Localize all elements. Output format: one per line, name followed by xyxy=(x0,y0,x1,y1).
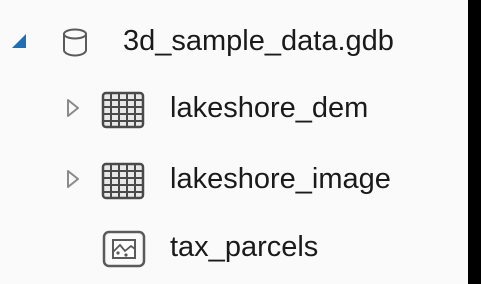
tree-item-lakeshore-image[interactable]: lakeshore_image xyxy=(0,145,468,213)
tree-item-label: lakeshore_dem xyxy=(170,92,369,124)
polygon-feature-class-icon xyxy=(101,228,147,270)
tree-item-lakeshore-dem[interactable]: lakeshore_dem xyxy=(0,74,468,142)
catalog-tree-panel: 3d_sample_data.gdb lakeshore_dem lakesho… xyxy=(0,0,468,284)
expanded-triangle-icon[interactable] xyxy=(10,31,32,53)
tree-item-3d-sample-data-gdb[interactable]: 3d_sample_data.gdb xyxy=(0,7,468,75)
tree-item-tax-parcels[interactable]: tax_parcels xyxy=(0,214,468,282)
collapsed-triangle-icon[interactable] xyxy=(62,168,84,190)
tree-item-label: 3d_sample_data.gdb xyxy=(123,25,394,57)
raster-dataset-icon xyxy=(100,90,146,130)
tree-item-label: lakeshore_image xyxy=(170,163,391,195)
collapsed-triangle-icon[interactable] xyxy=(62,97,84,119)
tree-item-label: tax_parcels xyxy=(170,231,319,263)
raster-dataset-icon xyxy=(100,161,146,201)
geodatabase-icon xyxy=(58,25,92,59)
